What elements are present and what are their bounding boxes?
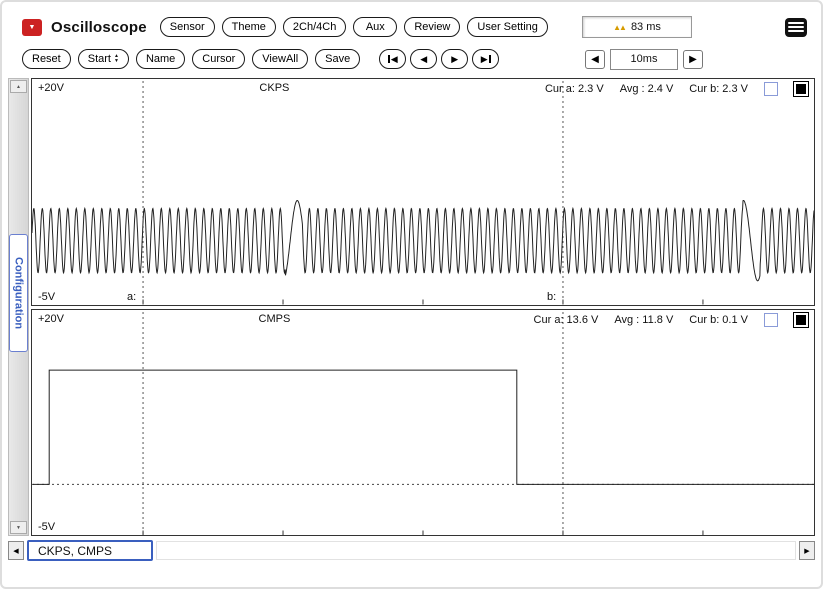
step-back-icon: ◀ [420,53,428,64]
skip-back-bar-icon [387,55,390,63]
cmps-avg-readout: Avg : 11.8 V [614,313,674,326]
cursor-a-label[interactable]: a: [127,291,136,303]
viewall-button[interactable]: ViewAll [252,49,309,69]
scrollbar-track[interactable] [156,541,796,560]
timebase-prev-button[interactable]: ◀ [585,49,605,69]
cursor-button[interactable]: Cursor [192,49,246,69]
scroll-down-icon: ▼ [16,524,21,531]
timebase-prev-icon: ◀ [591,53,599,65]
scroll-up-button[interactable]: ▲ [10,80,27,93]
ckps-readouts: Cur a: 2.3 V Avg : 2.4 V Cur b: 2.3 V [544,81,809,97]
channel-panel-cmps: +20V CMPS Cur a: 13.6 V Avg : 11.8 V Cur… [31,308,815,536]
spin-down-icon: ▼ [113,58,119,64]
configuration-tab-label: Configuration [12,256,25,330]
cursor-b-label[interactable]: b: [547,291,556,303]
cmps-cursor-b-readout: Cur b: 0.1 V [689,313,748,326]
down-arrow-icon: ▼ [28,23,36,31]
timebase-field[interactable]: 10ms [610,48,678,70]
scroll-right-icon: ▶ [804,547,810,555]
cmps-waveform-display[interactable] [32,310,814,536]
channel-mode-button[interactable]: 2Ch/4Ch [282,17,347,37]
app-menu-icon[interactable]: ▼ [22,18,42,36]
main-content: ▲ Configuration ▼ +20V CKPS Cur a: 2.3 V… [8,78,815,536]
acquisition-time-field: ▲▲ 83 ms [582,16,692,38]
timebase-next-icon: ▶ [689,53,697,65]
oscilloscope-window: ▼ Oscilloscope Sensor Theme 2Ch/4Ch Aux … [0,0,823,589]
status-bar: ◀ CKPS, CMPS ▶ [8,540,815,561]
channel-panel-ckps: +20V CKPS Cur a: 2.3 V Avg : 2.4 V Cur b… [31,78,815,306]
timebase-next-button[interactable]: ▶ [683,49,703,69]
name-button[interactable]: Name [135,49,186,69]
acquisition-time-value: 83 ms [630,21,661,33]
ckps-channel-name: CKPS [259,82,290,94]
skip-forward-bar-icon [488,55,491,63]
start-spinner-icon: ▲ ▼ [114,54,119,64]
ckps-waveform-display[interactable] [32,79,814,305]
theme-button[interactable]: Theme [221,17,276,37]
sensor-button[interactable]: Sensor [159,17,215,37]
skip-back-icon: ◀ [390,53,398,64]
ckps-vmax-label: +20V [38,82,64,94]
skip-forward-button[interactable]: ▶ [472,49,500,69]
scroll-right-button[interactable]: ▶ [799,541,815,560]
review-button[interactable]: Review [404,17,461,37]
ckps-color-button[interactable] [793,81,809,97]
menu-icon[interactable] [785,17,807,37]
toolbar-secondary: Reset Start ▲ ▼ Name Cursor ViewAll Save… [22,48,807,70]
timebase-control: ◀ 10ms ▶ [585,48,703,70]
cmps-vmin-label: -5V [38,521,56,533]
scroll-up-icon: ▲ [16,83,21,90]
cmps-vmax-label: +20V [38,312,64,325]
app-title: Oscilloscope [51,18,147,36]
cmps-color-button[interactable] [793,311,809,328]
timer-icon: ▲▲ [613,22,627,32]
playback-controls: ◀ ◀ ▶ ▶ [379,49,500,69]
reset-button[interactable]: Reset [22,49,71,69]
skip-back-button[interactable]: ◀ [379,49,407,69]
ckps-cursor-a-readout: Cur a: 2.3 V [544,83,604,95]
channel-panels: +20V CKPS Cur a: 2.3 V Avg : 2.4 V Cur b… [31,78,815,536]
left-side-strip: ▲ Configuration ▼ [8,78,29,536]
ckps-cursor-b-readout: Cur b: 2.3 V [689,83,748,95]
step-back-button[interactable]: ◀ [410,49,438,69]
cmps-channel-name: CMPS [258,312,291,325]
start-button-label: Start [87,53,111,65]
scroll-down-button[interactable]: ▼ [10,521,27,534]
aux-button[interactable]: Aux [353,17,398,37]
ckps-vmin-label: -5V [38,290,56,303]
save-button[interactable]: Save [315,49,361,69]
toolbar-main: ▼ Oscilloscope Sensor Theme 2Ch/4Ch Aux … [22,16,807,38]
step-forward-icon: ▶ [451,53,459,64]
start-button[interactable]: Start ▲ ▼ [77,49,129,69]
cmps-checkbox[interactable] [764,312,778,327]
scroll-left-icon: ◀ [13,547,19,555]
ckps-avg-readout: Avg : 2.4 V [619,83,674,95]
configuration-tab[interactable]: Configuration [9,234,28,352]
skip-forward-icon: ▶ [480,53,488,64]
cmps-cursor-a-readout: Cur a: 13.6 V [533,313,599,326]
scroll-left-button[interactable]: ◀ [8,541,24,560]
cmps-readouts: Cur a: 13.6 V Avg : 11.8 V Cur b: 0.1 V [533,311,809,328]
user-setting-button[interactable]: User Setting [467,17,548,37]
step-forward-button[interactable]: ▶ [441,49,469,69]
ckps-checkbox[interactable] [764,82,778,96]
channel-label-box: CKPS, CMPS [27,540,153,561]
